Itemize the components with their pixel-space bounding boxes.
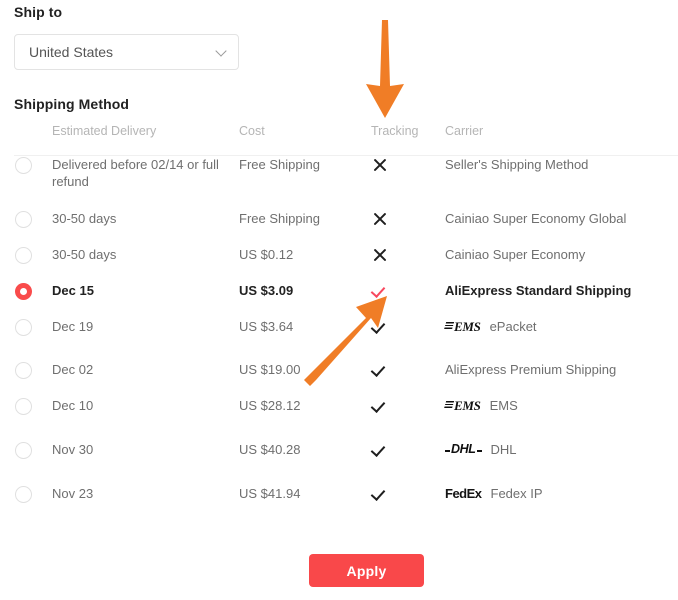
shipping-option-cost: US $41.94 (239, 486, 301, 501)
shipping-option-row[interactable]: Delivered before 02/14 or full refund Fre… (0, 156, 678, 202)
shipping-option-delivery: Delivered before 02/14 or full refund (52, 157, 219, 189)
shipping-option-radio[interactable] (15, 442, 32, 459)
shipping-option-carrier-label: Cainiao Super Economy (445, 247, 586, 262)
shipping-option-carrier: DHL DHL (445, 441, 670, 458)
shipping-option-row[interactable]: Dec 02 US $19.00 AliExpress Premium Shippi… (0, 361, 678, 397)
shipping-option-carrier: FedEx Fedex IP (445, 485, 670, 502)
tracking-available-icon (371, 318, 389, 336)
shipping-option-radio[interactable] (15, 398, 32, 415)
shipping-method-table: Estimated Delivery Cost Tracking Carrier (0, 124, 678, 150)
ems-logo-icon: EMS (445, 319, 481, 334)
shipping-option-carrier-label: Fedex IP (490, 486, 543, 501)
shipping-option-carrier-label: EMS (489, 398, 518, 413)
shipping-option-radio[interactable] (15, 157, 32, 174)
shipping-option-row[interactable]: Nov 23 US $41.94 FedEx Fedex IP (0, 485, 678, 521)
shipping-option-radio[interactable] (15, 362, 32, 379)
shipping-option-delivery: Dec 10 (52, 398, 94, 413)
shipping-option-radio[interactable] (15, 247, 32, 264)
shipping-option-cost: US $40.28 (239, 442, 301, 457)
column-header-estimated-delivery: Estimated Delivery (52, 124, 157, 138)
shipping-option-carrier-label: Seller's Shipping Method (445, 157, 589, 172)
shipping-option-radio[interactable] (15, 211, 32, 228)
shipping-option-carrier: Seller's Shipping Method (445, 156, 670, 173)
table-header-row: Estimated Delivery Cost Tracking Carrier (0, 124, 678, 150)
shipping-option-row[interactable]: 30-50 days Free Shipping Cainiao Super Eco… (0, 210, 678, 246)
tracking-unavailable-icon (371, 210, 389, 228)
shipping-option-carrier: Cainiao Super Economy Global (445, 210, 670, 227)
tracking-available-icon (371, 485, 389, 503)
shipping-method-label: Shipping Method (14, 96, 130, 112)
shipping-option-row[interactable]: Dec 10 US $28.12 EMS EMS (0, 397, 678, 441)
orange-down-arrow-annotation (366, 20, 404, 118)
shipping-option-carrier: AliExpress Premium Shipping (445, 361, 670, 378)
shipping-option-carrier: AliExpress Standard Shipping (445, 282, 670, 299)
chevron-down-icon (216, 46, 228, 58)
dhl-logo-icon: DHL (445, 442, 482, 457)
shipping-option-carrier-label: AliExpress Premium Shipping (445, 362, 617, 377)
tracking-unavailable-icon (371, 156, 389, 174)
shipping-option-radio[interactable] (15, 319, 32, 336)
shipping-option-delivery: 30-50 days (52, 247, 117, 262)
tracking-available-icon (371, 361, 389, 379)
shipping-option-carrier-label: ePacket (489, 319, 537, 334)
column-header-tracking: Tracking (371, 124, 419, 138)
shipping-option-radio[interactable] (15, 486, 32, 503)
ship-to-label: Ship to (14, 4, 63, 20)
shipping-option-carrier-label: DHL (490, 442, 517, 457)
country-select[interactable]: United States (14, 34, 239, 70)
shipping-option-row[interactable]: Nov 30 US $40.28 DHL DHL (0, 441, 678, 485)
shipping-option-delivery: Dec 19 (52, 319, 94, 334)
tracking-available-icon (371, 441, 389, 459)
tracking-available-icon (371, 397, 389, 415)
fedex-logo-icon: FedEx (445, 486, 482, 501)
shipping-option-cost: Free Shipping (239, 211, 320, 226)
shipping-option-delivery: Nov 30 (52, 442, 94, 457)
apply-button[interactable]: Apply (309, 554, 424, 587)
shipping-option-delivery: 30-50 days (52, 211, 117, 226)
shipping-option-row[interactable]: Dec 19 US $3.64 EMS ePacket (0, 318, 678, 361)
country-select-value: United States (29, 44, 114, 60)
shipping-option-carrier: Cainiao Super Economy (445, 246, 670, 263)
shipping-option-cost: US $0.12 (239, 247, 294, 262)
shipping-option-delivery: Dec 15 (52, 283, 94, 298)
ems-logo-icon: EMS (445, 398, 481, 413)
tracking-available-icon (371, 282, 389, 300)
shipping-option-carrier: EMS ePacket (445, 318, 670, 335)
shipping-option-delivery: Nov 23 (52, 486, 94, 501)
column-header-cost: Cost (239, 124, 265, 138)
shipping-option-carrier-label: Cainiao Super Economy Global (445, 211, 627, 226)
shipping-option-cost: Free Shipping (239, 157, 320, 172)
shipping-option-delivery: Dec 02 (52, 362, 94, 377)
column-header-carrier: Carrier (445, 124, 484, 138)
shipping-option-carrier-label: AliExpress Standard Shipping (445, 283, 632, 298)
shipping-option-cost: US $3.09 (239, 283, 294, 298)
shipping-option-cost: US $28.12 (239, 398, 301, 413)
tracking-unavailable-icon (371, 246, 389, 264)
shipping-option-carrier: EMS EMS (445, 397, 670, 414)
shipping-option-row[interactable]: Dec 15 US $3.09 AliExpress Standard Shippi… (0, 282, 678, 318)
shipping-option-cost: US $19.00 (239, 362, 301, 377)
shipping-option-row[interactable]: 30-50 days US $0.12 Cainiao Super Economy (0, 246, 678, 282)
shipping-option-radio[interactable] (15, 283, 32, 300)
shipping-option-cost: US $3.64 (239, 319, 294, 334)
